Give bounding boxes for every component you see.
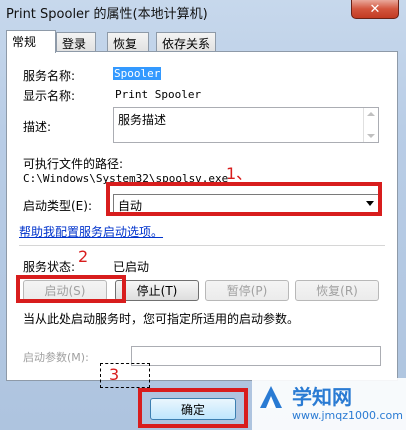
- start-params-input[interactable]: [131, 346, 381, 366]
- startup-type-label: 启动类型(E):: [23, 199, 92, 213]
- annotation-step2: 2: [78, 247, 89, 266]
- description-scrollbar[interactable]: [363, 108, 378, 142]
- close-button[interactable]: ✕: [351, 0, 399, 19]
- tab-general[interactable]: 常规: [6, 30, 56, 53]
- tab-logon[interactable]: 登录: [56, 32, 96, 51]
- exe-path-value: C:\Windows\System32\spoolsv.exe: [23, 172, 229, 185]
- exe-path-label: 可执行文件的路径:: [23, 157, 124, 171]
- start-hint-text: 当从此处启动服务时，您可指定所适用的启动参数。: [23, 312, 300, 326]
- description-value: 服务描述: [118, 113, 167, 127]
- close-icon: ✕: [369, 1, 381, 17]
- scroll-down-icon: [367, 134, 375, 138]
- divider: [19, 245, 385, 246]
- ok-button[interactable]: 确定: [150, 398, 236, 420]
- display-name-value[interactable]: Print Spooler: [115, 88, 201, 101]
- annotation-step1: 1、: [226, 164, 253, 183]
- description-box[interactable]: 服务描述: [113, 107, 379, 143]
- watermark-title: 学知网: [292, 385, 352, 409]
- help-configure-link[interactable]: 帮助我配置服务启动选项。: [19, 223, 163, 240]
- title-bar[interactable]: Print Spooler 的属性(本地计算机) ✕: [0, 0, 406, 24]
- watermark: 学知网 www.jmqz1000.com: [252, 378, 406, 430]
- display-name-label: 显示名称:: [23, 89, 76, 103]
- window-title: Print Spooler 的属性(本地计算机): [6, 7, 208, 22]
- general-panel: 服务名称: Spooler 显示名称: Print Spooler 描述: 服务…: [6, 51, 398, 381]
- startup-type-value: 自动: [118, 199, 143, 213]
- annotation-step3-box: 3: [100, 363, 150, 388]
- service-status-label: 服务状态:: [23, 260, 76, 274]
- dialog-window: Print Spooler 的属性(本地计算机) ✕ 常规 登录 恢复 依存关系…: [0, 0, 406, 430]
- watermark-url: www.jmqz1000.com: [292, 409, 403, 422]
- tab-recovery[interactable]: 恢复: [107, 32, 149, 51]
- pause-button[interactable]: 暂停(P): [205, 280, 289, 301]
- start-button[interactable]: 启动(S): [23, 280, 107, 301]
- scroll-up-icon: [367, 112, 375, 116]
- resume-button[interactable]: 恢复(R): [295, 280, 379, 301]
- startup-type-select[interactable]: 自动: [113, 194, 379, 214]
- start-params-label: 启动参数(M):: [23, 351, 89, 364]
- tab-dependencies[interactable]: 依存关系: [156, 32, 216, 51]
- annotation-step3: 3: [109, 365, 120, 384]
- description-label: 描述:: [23, 120, 52, 134]
- chevron-down-icon: [366, 201, 374, 206]
- service-status-value: 已启动: [113, 260, 150, 274]
- service-name-value[interactable]: Spooler: [113, 67, 162, 80]
- watermark-logo-icon: [260, 386, 282, 408]
- service-name-label: 服务名称:: [23, 69, 76, 83]
- stop-button[interactable]: 停止(T): [115, 280, 199, 301]
